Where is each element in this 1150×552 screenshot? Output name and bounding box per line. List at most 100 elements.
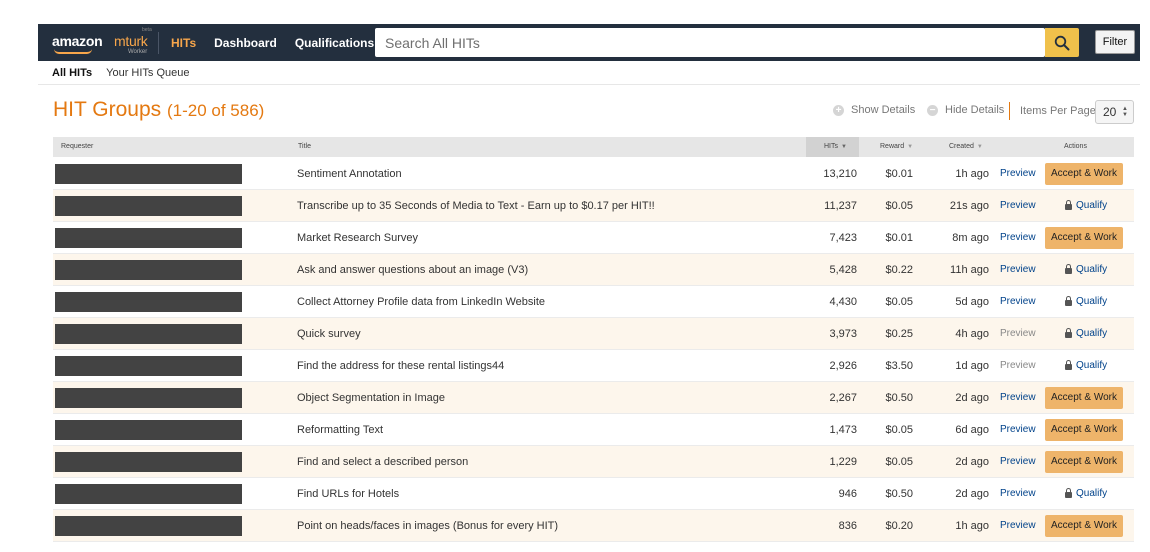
preview-link[interactable]: Preview — [1000, 414, 1038, 446]
preview-link[interactable]: Preview — [1000, 478, 1038, 510]
table-row[interactable]: Find and select a described person 1,229 $… — [53, 446, 1134, 478]
column-created[interactable]: Created ▼ — [949, 137, 983, 157]
preview-link[interactable]: Preview — [1000, 382, 1038, 414]
table-row[interactable]: Object Segmentation in Image 2,267 $0.50 2d… — [53, 382, 1134, 414]
qualify-link[interactable]: Qualify — [1065, 254, 1107, 286]
show-details-label: Show Details — [851, 104, 916, 116]
table-row[interactable]: Collect Attorney Profile data from Linke… — [53, 286, 1134, 318]
lock-icon — [1065, 200, 1072, 210]
hit-title[interactable]: Reformatting Text — [297, 414, 383, 446]
requester-redacted — [55, 228, 242, 248]
table-header: Requester Title HITs ▼ Reward ▼ Created ▼ A… — [53, 137, 1134, 157]
qualify-label: Qualify — [1076, 264, 1108, 275]
preview-link[interactable]: Preview — [1000, 446, 1038, 478]
filter-button[interactable]: Filter — [1095, 30, 1135, 54]
sort-caret-icon: ▼ — [976, 144, 983, 150]
nav-hits[interactable]: HITs — [171, 36, 196, 50]
logo-beta-text: beta — [142, 27, 152, 33]
subnav-all-hits[interactable]: All HITs — [52, 67, 92, 79]
sub-navigation: All HITs Your HITs Queue — [38, 61, 1140, 85]
hit-reward: $0.25 — [885, 328, 913, 340]
plus-circle-icon: + — [833, 104, 844, 116]
hide-details-label: Hide Details — [945, 104, 1005, 116]
column-title[interactable]: Title — [298, 137, 311, 157]
column-requester[interactable]: Requester — [61, 137, 93, 157]
hit-title[interactable]: Object Segmentation in Image — [297, 382, 445, 414]
accept-and-work-button[interactable]: Accept & Work — [1045, 227, 1123, 249]
column-reward[interactable]: Reward ▼ — [880, 137, 913, 157]
search-input[interactable] — [385, 34, 1045, 51]
hit-title[interactable]: Find the address for these rental listin… — [297, 350, 504, 382]
hit-count: 1,473 — [829, 424, 857, 436]
table-row[interactable]: Market Research Survey 7,423 $0.01 8m ago Pr… — [53, 222, 1134, 254]
search-button[interactable] — [1045, 28, 1079, 57]
preview-link[interactable]: Preview — [1000, 222, 1038, 254]
qualify-link[interactable]: Qualify — [1065, 478, 1107, 510]
qualify-link[interactable]: Qualify — [1065, 286, 1107, 318]
requester-redacted — [55, 292, 242, 312]
preview-link[interactable]: Preview — [1000, 286, 1038, 318]
hit-title[interactable]: Collect Attorney Profile data from Linke… — [297, 286, 545, 318]
hit-reward: $0.22 — [885, 264, 913, 276]
hit-reward: $3.50 — [885, 360, 913, 372]
table-row[interactable]: Transcribe up to 35 Seconds of Media to … — [53, 190, 1134, 222]
hit-reward: $0.05 — [885, 296, 913, 308]
mturk-logo[interactable]: amazon mturk beta Worker — [38, 24, 152, 61]
nav-qualifications[interactable]: Qualifications — [295, 36, 374, 50]
accept-and-work-button[interactable]: Accept & Work — [1045, 163, 1123, 185]
hit-count: 5,428 — [829, 264, 857, 276]
preview-link[interactable]: Preview — [1000, 254, 1038, 286]
table-row[interactable]: Find the address for these rental listin… — [53, 350, 1134, 382]
controls-divider — [1009, 102, 1010, 120]
accept-and-work-button[interactable]: Accept & Work — [1045, 451, 1123, 473]
hide-details-button[interactable]: − Hide Details — [927, 104, 1004, 116]
accept-and-work-button[interactable]: Accept & Work — [1045, 419, 1123, 441]
column-hits[interactable]: HITs ▼ — [824, 137, 847, 157]
table-row[interactable]: Reformatting Text 1,473 $0.05 6d ago Preview… — [53, 414, 1134, 446]
items-per-page-select[interactable]: 20 ▲ ▼ — [1095, 100, 1134, 124]
hit-created: 2d ago — [955, 456, 989, 468]
hit-created: 1h ago — [955, 520, 989, 532]
hit-reward: $0.50 — [885, 392, 913, 404]
hit-created: 2d ago — [955, 392, 989, 404]
nav-dashboard[interactable]: Dashboard — [214, 36, 277, 50]
hit-title[interactable]: Market Research Survey — [297, 222, 418, 254]
table-row[interactable]: Quick survey 3,973 $0.25 4h ago Preview Quali… — [53, 318, 1134, 350]
requester-redacted — [55, 356, 242, 376]
logo-worker-text: Worker — [128, 49, 148, 55]
hit-count: 3,973 — [829, 328, 857, 340]
preview-link[interactable]: Preview — [1000, 350, 1038, 382]
hit-count: 946 — [838, 488, 857, 500]
hit-created: 1h ago — [955, 168, 989, 180]
table-row[interactable]: Sentiment Annotation 13,210 $0.01 1h ago Pre… — [53, 158, 1134, 190]
column-reward-label: Reward — [880, 143, 905, 150]
hit-title[interactable]: Point on heads/faces in images (Bonus fo… — [297, 510, 558, 542]
hit-created: 6d ago — [955, 424, 989, 436]
accept-and-work-button[interactable]: Accept & Work — [1045, 387, 1123, 409]
table-row[interactable]: Point on heads/faces in images (Bonus fo… — [53, 510, 1134, 542]
requester-redacted — [55, 260, 242, 280]
subnav-hits-queue[interactable]: Your HITs Queue — [106, 67, 189, 79]
hit-title[interactable]: Find and select a described person — [297, 446, 468, 478]
requester-redacted — [55, 164, 242, 184]
table-row[interactable]: Find URLs for Hotels 946 $0.50 2d ago Previe… — [53, 478, 1134, 510]
hit-created: 2d ago — [955, 488, 989, 500]
qualify-link[interactable]: Qualify — [1065, 318, 1107, 350]
qualify-label: Qualify — [1076, 296, 1108, 307]
hit-title[interactable]: Transcribe up to 35 Seconds of Media to … — [297, 190, 655, 222]
hit-title[interactable]: Ask and answer questions about an image … — [297, 254, 528, 286]
preview-link[interactable]: Preview — [1000, 190, 1038, 222]
preview-link[interactable]: Preview — [1000, 318, 1038, 350]
logo-amazon-text: amazon — [52, 33, 103, 49]
show-details-button[interactable]: + Show Details — [833, 104, 915, 116]
qualify-link[interactable]: Qualify — [1065, 350, 1107, 382]
accept-and-work-button[interactable]: Accept & Work — [1045, 515, 1123, 537]
items-per-page-value: 20 — [1103, 105, 1117, 119]
preview-link[interactable]: Preview — [1000, 510, 1038, 542]
hit-title[interactable]: Quick survey — [297, 318, 361, 350]
preview-link[interactable]: Preview — [1000, 158, 1038, 190]
hit-title[interactable]: Sentiment Annotation — [297, 158, 402, 190]
hit-title[interactable]: Find URLs for Hotels — [297, 478, 399, 510]
qualify-link[interactable]: Qualify — [1065, 190, 1107, 222]
table-row[interactable]: Ask and answer questions about an image … — [53, 254, 1134, 286]
